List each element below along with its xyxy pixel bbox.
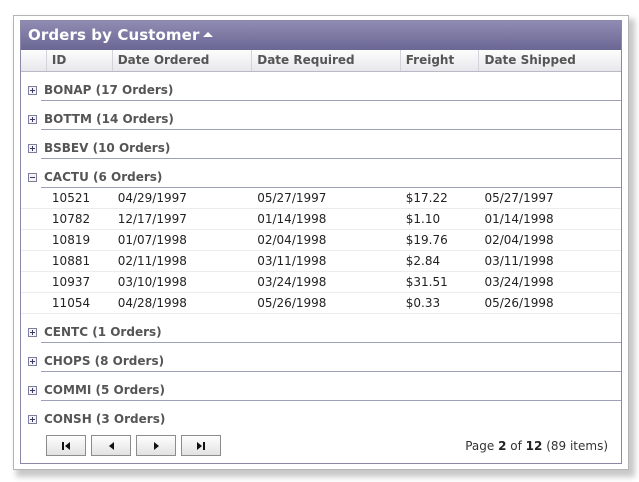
first-page-button[interactable] [46, 435, 86, 456]
cell-date-ordered: 04/29/1997 [117, 191, 187, 205]
expand-icon[interactable] [28, 357, 37, 366]
group-header[interactable]: CHOPS (8 Orders) [21, 343, 621, 371]
cell-id: 10937 [51, 275, 91, 289]
table-row[interactable]: 11054 04/28/1998 05/26/1998 $0.33 05/26/… [21, 293, 621, 314]
group-label: CACTU (6 Orders) [44, 170, 163, 184]
group-header[interactable]: CENTC (1 Orders) [21, 314, 621, 342]
cell-date-ordered: 04/28/1998 [117, 296, 187, 310]
cell-id: 10782 [51, 212, 91, 226]
cell-date-required: 05/26/1998 [257, 296, 327, 310]
column-header-freight[interactable]: Freight [401, 50, 480, 71]
total-pages: 12 [525, 439, 543, 453]
table-row[interactable]: 10521 04/29/1997 05/27/1997 $17.22 05/27… [21, 188, 621, 209]
cell-date-shipped: 02/04/1998 [484, 233, 554, 247]
group-header[interactable]: COMMI (5 Orders) [21, 372, 621, 400]
cell-date-shipped: 05/26/1998 [484, 296, 554, 310]
row-indent [21, 209, 47, 229]
group-label: COMMI (5 Orders) [44, 383, 165, 397]
group-header[interactable]: BSBEV (10 Orders) [21, 130, 621, 158]
cell-date-ordered: 01/07/1998 [117, 233, 187, 247]
cell-date-ordered: 03/10/1998 [117, 275, 187, 289]
cell-id: 10521 [51, 191, 91, 205]
group-header[interactable]: BONAP (17 Orders) [21, 72, 621, 100]
caret-up-icon[interactable] [203, 32, 214, 37]
group-label: CHOPS (8 Orders) [44, 354, 165, 368]
group-indent-header [21, 50, 47, 71]
expand-icon[interactable] [28, 86, 37, 95]
cell-freight: $2.84 [405, 254, 441, 268]
cell-date-shipped: 03/11/1998 [484, 254, 554, 268]
group-list: BONAP (17 Orders) BOTTM (14 Orders) BSBE… [21, 72, 621, 430]
column-header-date-ordered[interactable]: Date Ordered [113, 50, 253, 71]
cell-freight: $0.33 [405, 296, 441, 310]
cell-date-shipped: 05/27/1997 [484, 191, 554, 205]
cell-date-ordered: 02/11/1998 [117, 254, 187, 268]
group-header[interactable]: BOTTM (14 Orders) [21, 101, 621, 129]
group-header-expanded[interactable]: CACTU (6 Orders) [21, 159, 621, 187]
cell-date-ordered: 12/17/1997 [117, 212, 187, 226]
pager: Page 2 of 12 (89 items) [21, 425, 621, 463]
collapse-icon[interactable] [28, 173, 37, 182]
row-indent [21, 293, 47, 313]
column-header-date-required[interactable]: Date Required [252, 50, 401, 71]
row-indent [21, 188, 47, 208]
cell-id: 10819 [51, 233, 91, 247]
row-indent [21, 230, 47, 250]
expand-icon[interactable] [28, 386, 37, 395]
expand-icon[interactable] [28, 328, 37, 337]
page-info: Page 2 of 12 (89 items) [465, 439, 608, 453]
cell-id: 10881 [51, 254, 91, 268]
cell-date-required: 01/14/1998 [257, 212, 327, 226]
column-header-id[interactable]: ID [47, 50, 113, 71]
first-page-icon [62, 441, 70, 450]
cell-freight: $1.10 [405, 212, 441, 226]
last-page-icon [197, 441, 205, 450]
group-label: CENTC (1 Orders) [44, 325, 162, 339]
row-indent [21, 272, 47, 292]
cell-date-required: 05/27/1997 [257, 191, 327, 205]
table-row[interactable]: 10782 12/17/1997 01/14/1998 $1.10 01/14/… [21, 209, 621, 230]
cell-date-shipped: 03/24/1998 [484, 275, 554, 289]
last-page-button[interactable] [181, 435, 221, 456]
group-label: BSBEV (10 Orders) [44, 141, 171, 155]
cell-freight: $31.51 [405, 275, 448, 289]
column-header-date-shipped[interactable]: Date Shipped [479, 50, 621, 71]
table-row[interactable]: 10937 03/10/1998 03/24/1998 $31.51 03/24… [21, 272, 621, 293]
cell-freight: $19.76 [405, 233, 448, 247]
grid-title-bar[interactable]: Orders by Customer [21, 21, 621, 50]
expand-icon[interactable] [28, 144, 37, 153]
page-of: of [506, 439, 526, 453]
item-count: (89 items) [542, 439, 608, 453]
cell-freight: $17.22 [405, 191, 448, 205]
group-label: BONAP (17 Orders) [44, 83, 174, 97]
cell-date-required: 03/11/1998 [257, 254, 327, 268]
cell-date-shipped: 01/14/1998 [484, 212, 554, 226]
row-indent [21, 251, 47, 271]
cell-date-required: 02/04/1998 [257, 233, 327, 247]
orders-grid: Orders by Customer ID Date Ordered Date … [20, 20, 622, 464]
page-prefix: Page [465, 439, 499, 453]
previous-page-button[interactable] [91, 435, 131, 456]
cell-id: 11054 [51, 296, 91, 310]
column-headers: ID Date Ordered Date Required Freight Da… [21, 50, 621, 72]
expand-icon[interactable] [28, 115, 37, 124]
next-page-button[interactable] [136, 435, 176, 456]
group-label: BOTTM (14 Orders) [44, 112, 174, 126]
table-row[interactable]: 10819 01/07/1998 02/04/1998 $19.76 02/04… [21, 230, 621, 251]
panel-frame: Orders by Customer ID Date Ordered Date … [13, 15, 629, 470]
table-row[interactable]: 10881 02/11/1998 03/11/1998 $2.84 03/11/… [21, 251, 621, 272]
expand-icon[interactable] [28, 415, 37, 424]
grid-title: Orders by Customer [28, 26, 200, 44]
cell-date-required: 03/24/1998 [257, 275, 327, 289]
next-page-icon [153, 441, 159, 450]
previous-page-icon [108, 441, 114, 450]
